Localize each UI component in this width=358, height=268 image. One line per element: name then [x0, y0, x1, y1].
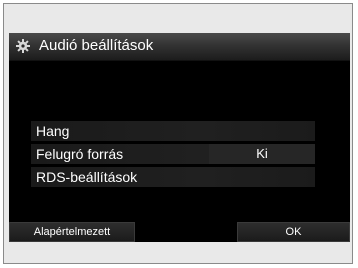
page-title: Audió beállítások: [39, 37, 154, 54]
title-bar: Audió beállítások: [9, 33, 350, 61]
default-settings-button[interactable]: Alapértelmezett: [9, 222, 135, 242]
menu-item-rds-beallitasok[interactable]: RDS-beállítások: [31, 167, 315, 187]
bottom-bar: Alapértelmezett OK: [9, 222, 350, 242]
menu-item-label: RDS-beállítások: [36, 169, 138, 185]
ok-button[interactable]: OK: [237, 222, 350, 242]
menu-item-label: Hang: [36, 123, 70, 139]
menu-item-label: Felugró forrás: [36, 146, 124, 162]
settings-gear-icon: [16, 39, 30, 53]
settings-menu: Hang Felugró forrás Ki RDS-beállítások: [31, 121, 315, 190]
menu-item-hang[interactable]: Hang: [31, 121, 315, 141]
menu-item-felugro-forras[interactable]: Felugró forrás Ki: [31, 144, 315, 164]
menu-item-value: Ki: [209, 144, 315, 164]
audio-settings-screen: Audió beállítások Hang Felugró forrás Ki…: [9, 33, 350, 242]
